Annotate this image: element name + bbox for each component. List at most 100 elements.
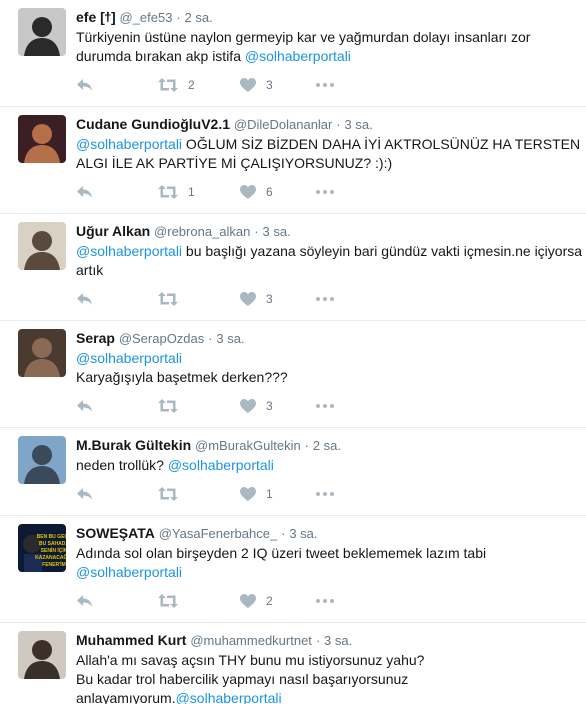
user-handle[interactable]: @DileDolananlar — [234, 117, 332, 132]
mention-link[interactable]: @solhaberportali — [176, 690, 282, 704]
reply-icon — [76, 292, 93, 306]
timestamp[interactable]: 3 sa. — [324, 633, 352, 648]
user-handle[interactable]: @_efe53 — [120, 10, 173, 25]
mention-link[interactable]: @solhaberportali — [76, 136, 182, 152]
user-handle[interactable]: @muhammedkurtnet — [190, 633, 312, 648]
user-name[interactable]: efe [ϯ] — [76, 9, 116, 25]
reply-button[interactable] — [76, 292, 93, 306]
tweet-actions: 1 — [76, 475, 586, 515]
timestamp[interactable]: 2 sa. — [185, 10, 213, 25]
svg-text:FENER'İM: FENER'İM — [42, 561, 66, 568]
like-count: 1 — [266, 487, 273, 501]
avatar[interactable] — [18, 8, 66, 56]
reply-button[interactable] — [76, 399, 93, 413]
timestamp[interactable]: 2 sa. — [313, 438, 341, 453]
avatar[interactable] — [18, 436, 66, 484]
user-name[interactable]: Cudane GundioğluV2.1 — [76, 116, 230, 132]
retweet-button[interactable]: 1 — [158, 185, 195, 199]
retweet-button[interactable]: 2 — [158, 78, 195, 92]
timestamp[interactable]: 3 sa. — [263, 224, 291, 239]
mention-link[interactable]: @solhaberportali — [76, 243, 182, 259]
retweet-icon — [158, 185, 178, 199]
tweet-header: Cudane GundioğluV2.1 @DileDolananlar · 3… — [76, 115, 586, 133]
heart-icon — [240, 78, 256, 92]
heart-icon — [240, 292, 256, 306]
avatar[interactable] — [18, 115, 66, 163]
like-count: 3 — [266, 292, 273, 306]
avatar[interactable] — [18, 329, 66, 377]
like-button[interactable]: 2 — [240, 594, 273, 608]
retweet-icon — [158, 399, 178, 413]
avatar[interactable]: BEN BU GEÇE BU SAHADA SENİN İÇİN KAZANAC… — [18, 524, 66, 572]
tweet[interactable]: Serap @SerapOzdas · 3 sa. @solhaberporta… — [0, 321, 586, 428]
retweet-count: 1 — [188, 185, 195, 199]
tweet[interactable]: efe [ϯ] @_efe53 · 2 sa. Türkiyenin üstün… — [0, 0, 586, 107]
more-button[interactable] — [316, 83, 334, 87]
more-button[interactable] — [316, 190, 334, 194]
mention-link[interactable]: @solhaberportali — [245, 48, 351, 64]
user-handle[interactable]: @mBurakGultekin — [195, 438, 301, 453]
like-count: 3 — [266, 399, 273, 413]
user-handle[interactable]: @YasaFenerbahce_ — [159, 526, 277, 541]
user-name[interactable]: Serap — [76, 330, 115, 346]
tweet-header: Uğur Alkan @rebrona_alkan · 3 sa. — [76, 222, 586, 240]
separator-dot: · — [281, 526, 286, 541]
separator-dot: · — [254, 224, 259, 239]
reply-button[interactable] — [76, 594, 93, 608]
retweet-button[interactable] — [158, 399, 188, 413]
more-button[interactable] — [316, 492, 334, 496]
avatar[interactable] — [18, 631, 66, 679]
more-button[interactable] — [316, 297, 334, 301]
reply-icon — [76, 185, 93, 199]
separator-dot: · — [336, 117, 341, 132]
reply-button[interactable] — [76, 78, 93, 92]
reply-button[interactable] — [76, 185, 93, 199]
tweet-actions: 2 — [76, 582, 586, 622]
more-icon — [316, 599, 334, 603]
user-handle[interactable]: @rebrona_alkan — [154, 224, 250, 239]
tweet[interactable]: Cudane GundioğluV2.1 @DileDolananlar · 3… — [0, 107, 586, 214]
more-button[interactable] — [316, 599, 334, 603]
retweet-icon — [158, 292, 178, 306]
svg-text:SENİN İÇİN: SENİN İÇİN — [41, 547, 66, 554]
avatar[interactable] — [18, 222, 66, 270]
more-icon — [316, 492, 334, 496]
like-button[interactable]: 3 — [240, 399, 273, 413]
like-button[interactable]: 6 — [240, 185, 273, 199]
tweet[interactable]: BEN BU GEÇE BU SAHADA SENİN İÇİN KAZANAC… — [0, 516, 586, 623]
timestamp[interactable]: 3 sa. — [345, 117, 373, 132]
tweet-text: Türkiyenin üstüne naylon germeyip kar ve… — [76, 28, 586, 66]
timestamp[interactable]: 3 sa. — [289, 526, 317, 541]
more-icon — [316, 297, 334, 301]
tweet-header: Serap @SerapOzdas · 3 sa. — [76, 329, 586, 347]
retweet-button[interactable] — [158, 594, 188, 608]
mention-link[interactable]: @solhaberportali — [76, 564, 182, 580]
tweet[interactable]: Muhammed Kurt @muhammedkurtnet · 3 sa. A… — [0, 623, 586, 704]
like-count: 3 — [266, 78, 273, 92]
reply-button[interactable] — [76, 487, 93, 501]
user-name[interactable]: Uğur Alkan — [76, 223, 150, 239]
user-name[interactable]: Muhammed Kurt — [76, 632, 186, 648]
more-button[interactable] — [316, 404, 334, 408]
separator-dot: · — [176, 10, 181, 25]
user-name[interactable]: M.Burak Gültekin — [76, 437, 191, 453]
tweet[interactable]: Uğur Alkan @rebrona_alkan · 3 sa. @solha… — [0, 214, 586, 321]
reply-icon — [76, 78, 93, 92]
like-button[interactable]: 3 — [240, 292, 273, 306]
user-name[interactable]: SOWEŞATA — [76, 525, 155, 541]
mention-link[interactable]: @solhaberportali — [76, 350, 182, 366]
mention-link[interactable]: @solhaberportali — [168, 457, 274, 473]
retweet-icon — [158, 487, 178, 501]
like-button[interactable]: 1 — [240, 487, 273, 501]
tweet-text-before: Adında sol olan birşeyden 2 IQ üzeri twe… — [76, 545, 487, 561]
retweet-button[interactable] — [158, 487, 188, 501]
timestamp[interactable]: 3 sa. — [216, 331, 244, 346]
separator-dot: · — [304, 438, 309, 453]
retweet-button[interactable] — [158, 292, 188, 306]
tweet[interactable]: M.Burak Gültekin @mBurakGultekin · 2 sa.… — [0, 428, 586, 516]
like-button[interactable]: 3 — [240, 78, 273, 92]
tweet-text: @solhaberportali Karyağışıyla başetmek d… — [76, 349, 586, 387]
tweet-text: @solhaberportali OĞLUM SİZ BİZDEN DAHA İ… — [76, 135, 586, 173]
heart-icon — [240, 185, 256, 199]
user-handle[interactable]: @SerapOzdas — [119, 331, 204, 346]
